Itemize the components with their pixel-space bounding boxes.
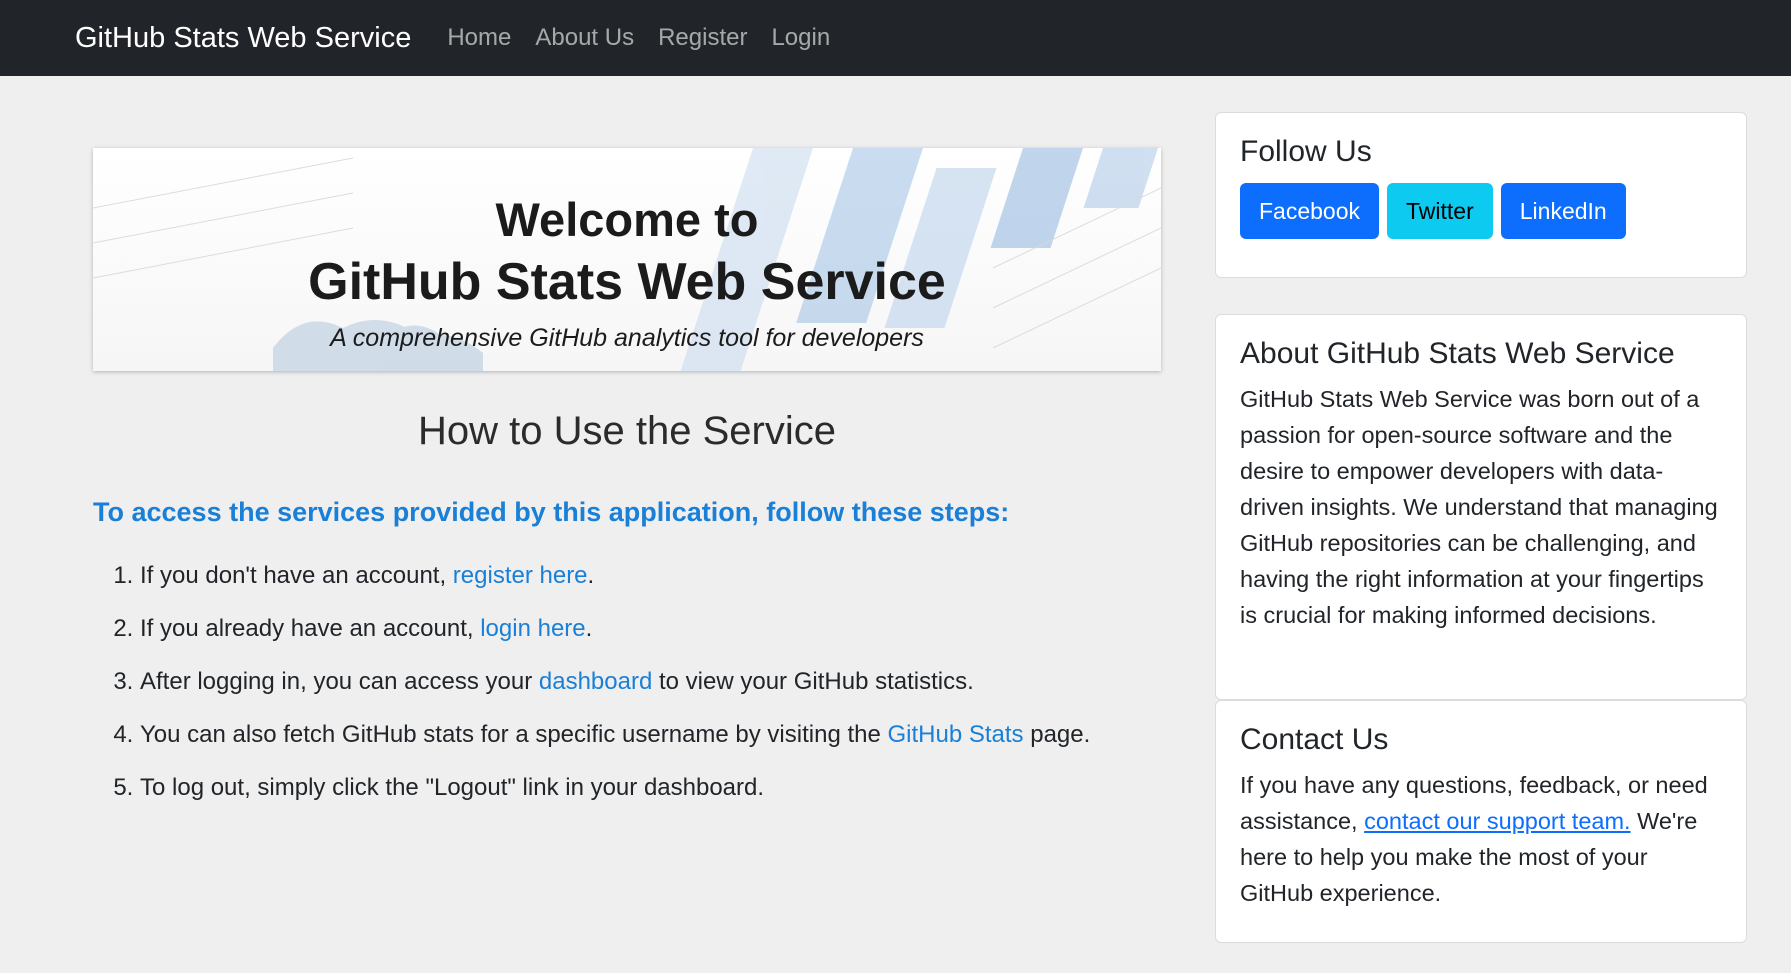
navbar-brand[interactable]: GitHub Stats Web Service (75, 22, 411, 55)
step-text: page. (1023, 721, 1091, 748)
linkedin-button[interactable]: LinkedIn (1500, 183, 1626, 239)
nav-login-link[interactable]: Login (771, 24, 830, 52)
step-text: If you already have an account, (140, 615, 481, 642)
list-item: If you already have an account, login he… (140, 615, 1161, 643)
list-item: After logging in, you can access your da… (140, 668, 1161, 696)
follow-us-card: Follow Us Facebook Twitter LinkedIn (1215, 112, 1747, 278)
contact-title: Contact Us (1240, 723, 1389, 756)
social-buttons: Facebook Twitter LinkedIn (1240, 183, 1722, 239)
github-stats-link[interactable]: GitHub Stats (888, 721, 1024, 748)
twitter-button[interactable]: Twitter (1387, 183, 1493, 239)
list-item: If you don't have an account, register h… (140, 562, 1161, 590)
banner-subtitle: A comprehensive GitHub analytics tool fo… (330, 324, 924, 352)
step-text: You can also fetch GitHub stats for a sp… (140, 721, 888, 748)
login-here-link[interactable]: login here (480, 615, 585, 642)
nav-register-link[interactable]: Register (658, 24, 747, 52)
step-text: . (585, 615, 593, 642)
main-content: Welcome to GitHub Stats Web Service A co… (0, 76, 1791, 973)
banner-title-line1: Welcome to (495, 193, 759, 246)
step-text: If you don't have an account, (140, 562, 453, 589)
steps-list: If you don't have an account, register h… (93, 562, 1161, 802)
list-item: To log out, simply click the "Logout" li… (140, 774, 1161, 802)
steps-intro: To access the services provided by this … (93, 497, 1010, 527)
contact-text: If you have any questions, feedback, or … (1240, 767, 1722, 911)
step-text: to view your GitHub statistics. (652, 668, 974, 695)
step-text: After logging in, you can access your (140, 668, 539, 695)
step-text: To log out, simply click the "Logout" li… (140, 774, 765, 801)
nav-home-link[interactable]: Home (447, 24, 511, 52)
follow-us-title: Follow Us (1240, 135, 1372, 168)
contact-card: Contact Us If you have any questions, fe… (1215, 700, 1747, 943)
top-navbar: GitHub Stats Web Service Home About Us R… (0, 0, 1791, 76)
left-column: Welcome to GitHub Stats Web Service A co… (93, 148, 1161, 827)
step-text: . (587, 562, 595, 589)
facebook-button[interactable]: Facebook (1240, 183, 1380, 239)
about-text: GitHub Stats Web Service was born out of… (1240, 386, 1718, 628)
dashboard-link[interactable]: dashboard (539, 668, 652, 695)
banner-title-line2: GitHub Stats Web Service (308, 253, 946, 311)
register-here-link[interactable]: register here (453, 562, 588, 589)
list-item: You can also fetch GitHub stats for a sp… (140, 721, 1161, 749)
contact-support-link[interactable]: contact our support team. (1364, 808, 1630, 834)
nav-about-link[interactable]: About Us (535, 24, 634, 52)
about-title: About GitHub Stats Web Service (1240, 337, 1675, 370)
about-card: About GitHub Stats Web Service GitHub St… (1215, 314, 1747, 700)
hero-banner: Welcome to GitHub Stats Web Service A co… (93, 148, 1161, 371)
how-to-use-heading: How to Use the Service (418, 409, 836, 453)
